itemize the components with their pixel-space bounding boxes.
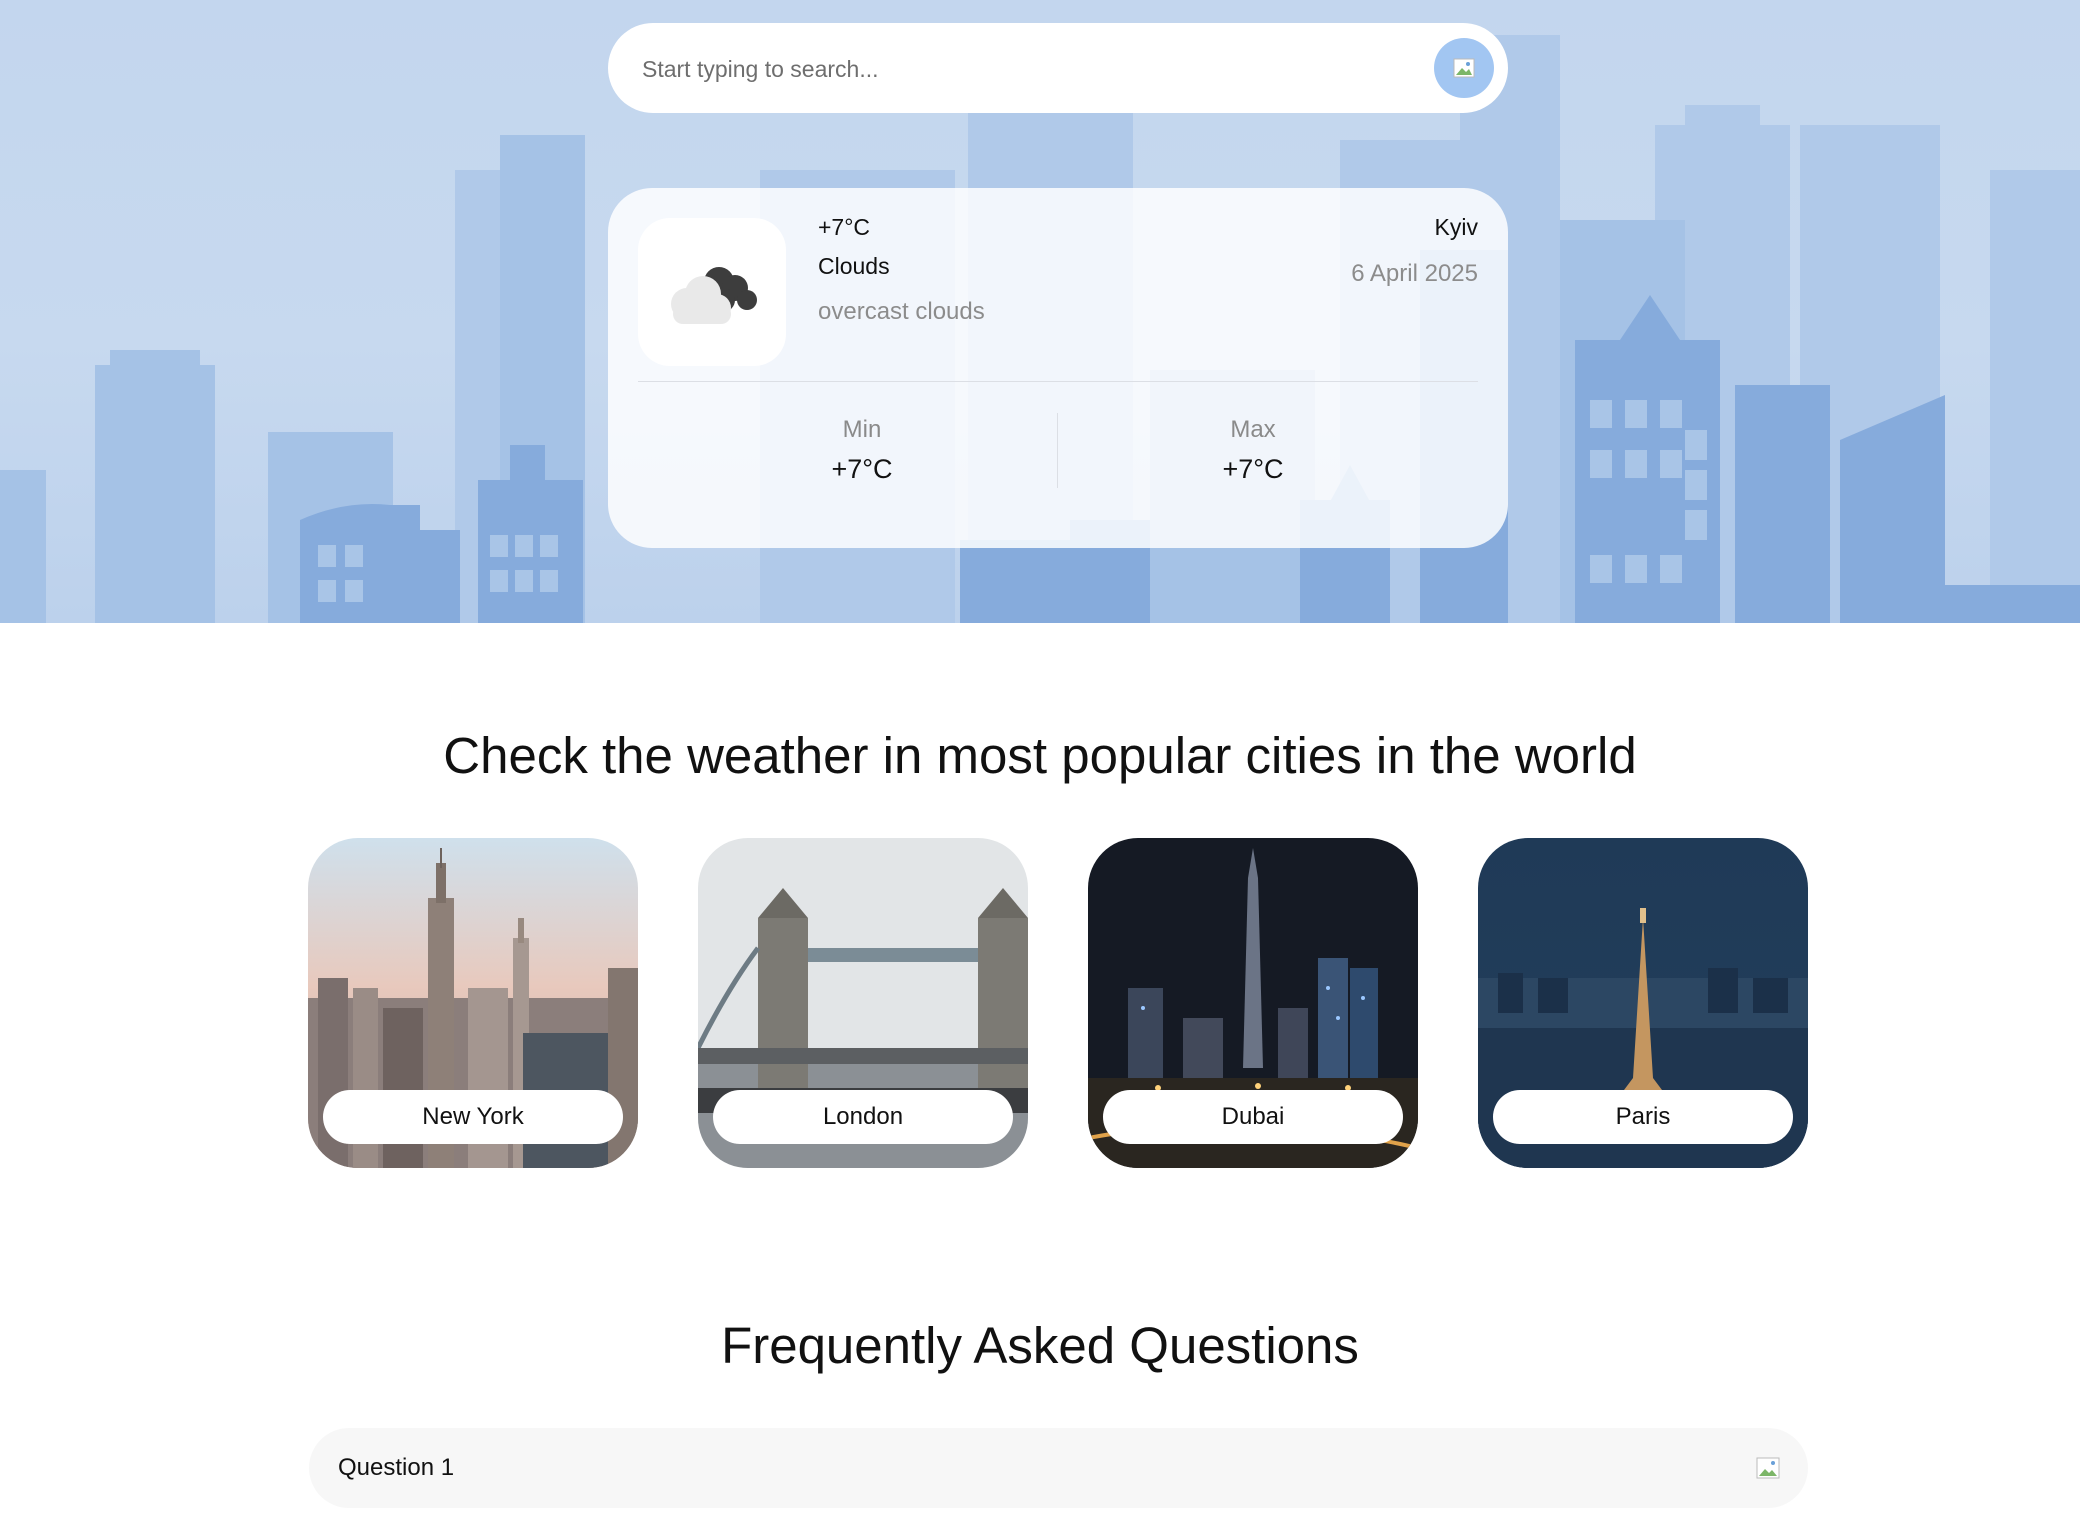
- max-label: Max: [1230, 416, 1276, 443]
- hero-banner: +7°C Clouds overcast clouds Kyiv 6 April…: [0, 0, 2080, 623]
- search-bar: [608, 23, 1508, 113]
- city-card-new-york[interactable]: New York: [308, 838, 638, 1168]
- max-value: +7°C: [1222, 454, 1284, 484]
- min-label: Min: [842, 416, 882, 443]
- min-temperature: Min +7°C: [762, 416, 962, 485]
- city-card-london[interactable]: London: [698, 838, 1028, 1168]
- city-name: Kyiv: [1434, 214, 1478, 240]
- search-button[interactable]: [1434, 38, 1494, 98]
- popular-cities-heading: Check the weather in most popular cities…: [443, 727, 1637, 784]
- weather-condition: Clouds: [818, 253, 890, 279]
- city-label: New York: [323, 1090, 623, 1144]
- faq-heading: Frequently Asked Questions: [721, 1317, 1359, 1374]
- city-label: London: [713, 1090, 1013, 1144]
- expand-icon[interactable]: [1756, 1456, 1780, 1480]
- broken-image-icon: [1453, 58, 1475, 78]
- cloud-icon: [671, 267, 757, 324]
- search-input[interactable]: [640, 47, 1404, 91]
- weather-description: overcast clouds: [818, 298, 985, 325]
- card-divider: [638, 381, 1478, 382]
- city-card-dubai[interactable]: Dubai: [1088, 838, 1418, 1168]
- min-value: +7°C: [831, 454, 893, 484]
- current-weather-card: +7°C Clouds overcast clouds Kyiv 6 April…: [608, 188, 1508, 548]
- weather-icon-box: [638, 218, 786, 366]
- current-date: 6 April 2025: [1351, 260, 1478, 287]
- city-label: Dubai: [1103, 1090, 1403, 1144]
- faq-item[interactable]: Question 1: [309, 1428, 1808, 1508]
- current-temperature: +7°C: [818, 214, 871, 240]
- city-card-paris[interactable]: Paris: [1478, 838, 1808, 1168]
- city-label: Paris: [1493, 1090, 1793, 1144]
- stat-divider: [1057, 413, 1058, 488]
- max-temperature: Max +7°C: [1153, 416, 1353, 485]
- faq-question: Question 1: [338, 1454, 455, 1481]
